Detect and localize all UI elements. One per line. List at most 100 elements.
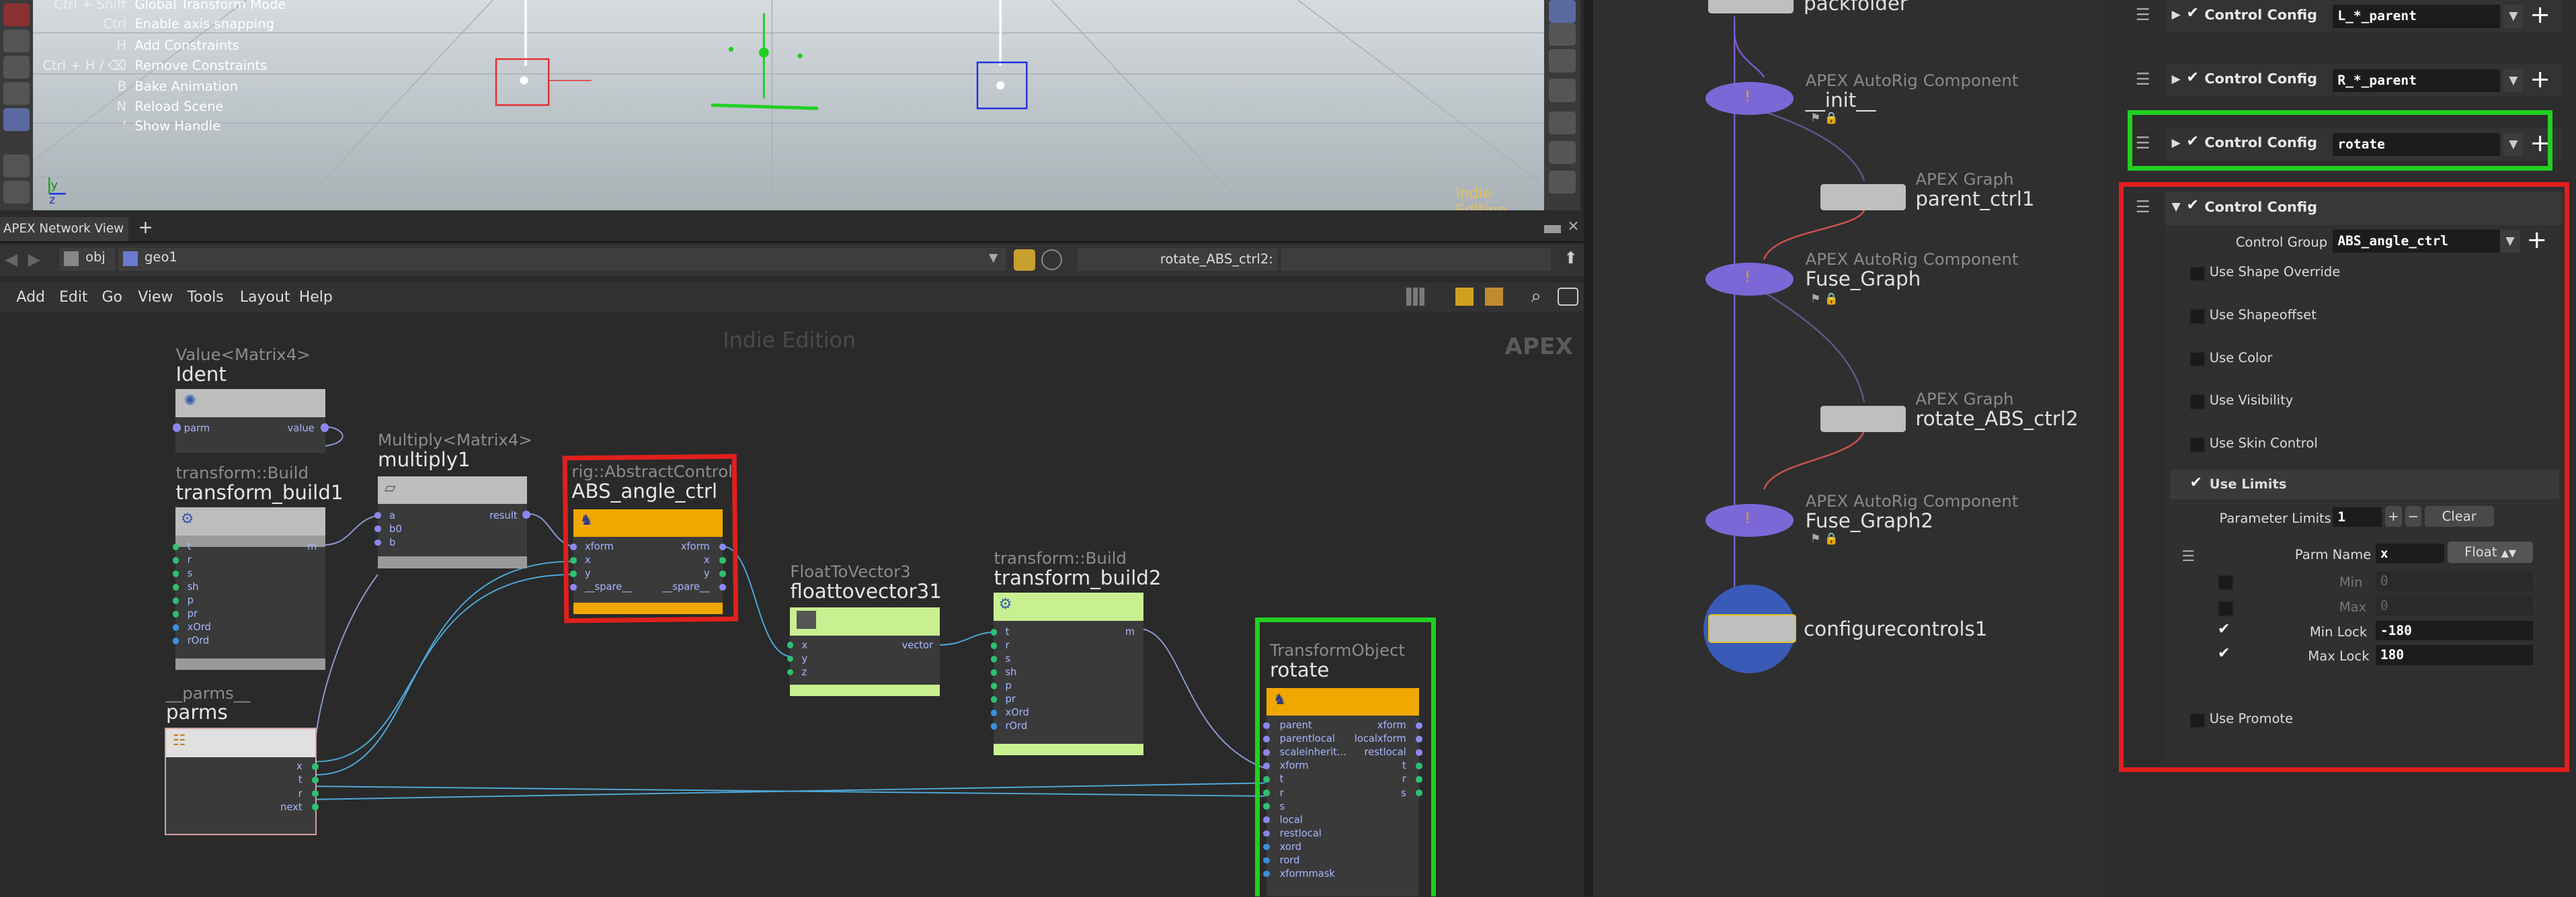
node-fuse-graph2[interactable]: ! xyxy=(1705,504,1794,538)
node-ident[interactable]: ✺ parm value xyxy=(172,389,329,454)
port-dot[interactable] xyxy=(990,656,998,663)
path-node-button[interactable]: geo1 ▼ xyxy=(118,247,1006,271)
control-config-field[interactable]: L_*_parent xyxy=(2333,5,2501,28)
port-dot[interactable] xyxy=(172,638,179,644)
path-context-button[interactable]: obj xyxy=(58,247,116,271)
port-dot[interactable] xyxy=(374,539,381,546)
rig-tool-icon[interactable] xyxy=(3,108,30,132)
port-dot[interactable] xyxy=(990,710,998,716)
scale-tool-icon[interactable] xyxy=(3,82,30,105)
snapshot-icon[interactable] xyxy=(1557,287,1579,306)
port-label: sh xyxy=(187,581,199,593)
autorig-network-pane[interactable]: packfolder APEX AutoRig Component ! __in… xyxy=(1593,0,2103,897)
output-port-dot[interactable] xyxy=(320,423,329,432)
view-tool-icon[interactable] xyxy=(3,180,30,204)
display-option-icon[interactable] xyxy=(1549,141,1576,165)
warning-icon: ! xyxy=(1744,510,1750,527)
node-packfolder[interactable] xyxy=(1708,0,1794,13)
enable-checkmark-icon[interactable]: ✔ xyxy=(2187,69,2199,86)
port-dot[interactable] xyxy=(172,624,179,631)
port-dot[interactable] xyxy=(172,570,179,577)
input-port-dot[interactable] xyxy=(172,423,181,432)
node-fuse-graph[interactable]: ! xyxy=(1705,262,1794,296)
drag-handle-icon[interactable]: ☰ xyxy=(2136,5,2150,24)
menu-view[interactable]: View xyxy=(138,289,173,306)
drag-handle-icon[interactable]: ☰ xyxy=(2136,69,2150,89)
display-option-icon[interactable] xyxy=(1549,0,1576,24)
menu-edit[interactable]: Edit xyxy=(59,289,88,306)
menu-go[interactable]: Go xyxy=(102,289,123,306)
display-option-icon[interactable] xyxy=(1549,171,1576,194)
port-dot[interactable] xyxy=(787,669,794,676)
pane-divider[interactable] xyxy=(1583,0,1594,897)
node-transform-build2[interactable]: ⚙ m t r s sh p pr xOrd rOrd xyxy=(990,593,1143,756)
node-rotate-abs-ctrl2[interactable] xyxy=(1820,405,1906,432)
rotate-tool-icon[interactable] xyxy=(3,56,30,79)
network-box-icon[interactable] xyxy=(1485,287,1503,306)
search-icon[interactable]: ⌕ xyxy=(1531,286,1541,307)
port-dot[interactable] xyxy=(990,669,998,676)
grid-icon[interactable] xyxy=(1406,287,1424,306)
port-dot[interactable] xyxy=(990,723,998,730)
node-search-field[interactable]: rotate_ABS_ctrl2: xyxy=(1078,247,1279,271)
port-dot[interactable] xyxy=(172,597,179,604)
add-button[interactable]: + xyxy=(2530,66,2550,92)
port-dot[interactable] xyxy=(990,642,998,649)
link-icon[interactable] xyxy=(1013,249,1035,271)
node-type-label: __parms__ xyxy=(165,683,251,703)
port-dot[interactable] xyxy=(787,642,794,649)
node-parent-ctrl1[interactable] xyxy=(1820,183,1906,210)
display-option-icon[interactable] xyxy=(1549,112,1576,135)
control-config-field[interactable]: R_*_parent xyxy=(2333,69,2501,92)
menu-layout[interactable]: Layout xyxy=(240,289,290,306)
search-extend-field[interactable] xyxy=(1281,247,1551,271)
select-tool-icon[interactable] xyxy=(3,3,30,27)
pin-icon[interactable] xyxy=(1041,249,1063,271)
pane-menu-icon[interactable] xyxy=(1544,224,1561,233)
forward-arrow-icon[interactable]: ▶ xyxy=(28,249,41,269)
node-transform-build1[interactable]: ⚙ m t r s sh p pr xOrd rOrd xyxy=(172,507,325,671)
port-dot[interactable] xyxy=(172,543,179,550)
chevron-down-icon[interactable]: ▼ xyxy=(2503,5,2524,28)
port-dot[interactable] xyxy=(990,628,998,636)
transform-tool-icon[interactable] xyxy=(3,29,30,53)
chevron-down-icon[interactable]: ▼ xyxy=(2503,69,2524,92)
node-parms[interactable]: ☷ x t r next xyxy=(164,728,319,836)
node-multiply1[interactable]: ▱ result a b0 b xyxy=(374,476,531,568)
port-label: p xyxy=(187,595,194,607)
port-dot[interactable] xyxy=(172,583,179,591)
port-dot[interactable] xyxy=(172,556,179,564)
chevron-down-icon[interactable]: ▼ xyxy=(989,251,998,265)
hotkey-row: ' Show Handle xyxy=(122,118,221,134)
enable-checkmark-icon[interactable]: ✔ xyxy=(2187,5,2199,22)
port-dot[interactable] xyxy=(172,611,179,617)
add-tab-button[interactable]: + xyxy=(138,217,153,238)
display-option-icon[interactable] xyxy=(1549,23,1576,46)
node-header: ⚙ xyxy=(175,507,325,547)
port-dot[interactable] xyxy=(990,696,998,703)
port-dot[interactable] xyxy=(374,512,381,519)
menu-tools[interactable]: Tools xyxy=(188,289,224,306)
control-config-row[interactable]: ▶ ✔ Control Config L_*_parent ▼ + xyxy=(2165,0,2563,33)
node-floattovector31[interactable]: vector xyz xyxy=(787,607,940,697)
close-pane-icon[interactable]: ✕ xyxy=(1567,218,1579,235)
display-option-icon[interactable] xyxy=(1549,49,1576,73)
expand-triangle-icon[interactable]: ▶ xyxy=(2172,73,2181,86)
node-configurecontrols1[interactable] xyxy=(1708,613,1797,644)
control-config-row[interactable]: ▶ ✔ Control Config R_*_parent ▼ + xyxy=(2165,64,2563,97)
up-arrow-icon[interactable]: ⬆ xyxy=(1564,248,1577,267)
port-dot[interactable] xyxy=(787,655,794,663)
menu-help[interactable]: Help xyxy=(299,289,333,306)
paint-tool-icon[interactable] xyxy=(3,154,30,177)
node-init[interactable]: ! xyxy=(1705,82,1794,116)
back-arrow-icon[interactable]: ◀ xyxy=(5,249,17,269)
scene-viewport[interactable]: y z Ctrl + Shift Global Transform Mode Ct… xyxy=(0,0,1545,210)
port-dot[interactable] xyxy=(374,525,381,533)
port-dot[interactable] xyxy=(990,683,998,689)
expand-triangle-icon[interactable]: ▶ xyxy=(2172,8,2181,22)
display-option-icon[interactable] xyxy=(1549,79,1576,102)
sticky-note-icon[interactable] xyxy=(1455,287,1474,306)
menu-add[interactable]: Add xyxy=(16,289,45,306)
tab-apex-network-view[interactable]: APEX Network View xyxy=(0,216,128,242)
add-button[interactable]: + xyxy=(2530,1,2550,28)
